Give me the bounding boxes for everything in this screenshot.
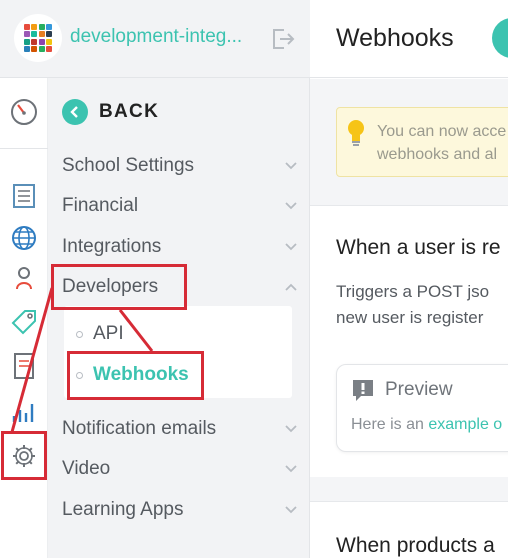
bullet-icon bbox=[76, 330, 83, 338]
menu-item-school-settings[interactable]: School Settings bbox=[62, 151, 298, 181]
header-action-button[interactable] bbox=[492, 18, 508, 58]
info-banner: You can now acce webhooks and al bbox=[336, 107, 508, 177]
card-title: When a user is re bbox=[336, 236, 501, 259]
menu-item-developers[interactable]: Developers bbox=[62, 272, 298, 302]
preview-box: Preview Here is an example o bbox=[336, 364, 508, 452]
back-arrow-icon bbox=[62, 99, 88, 125]
menu-item-label: Learning Apps bbox=[62, 499, 184, 520]
icon-rail bbox=[0, 78, 48, 558]
menu-item-learning-apps[interactable]: Learning Apps bbox=[62, 495, 298, 525]
preview-title: Preview bbox=[385, 379, 453, 400]
menu-item-financial[interactable]: Financial bbox=[62, 191, 298, 221]
grid-logo-icon bbox=[23, 23, 53, 53]
chevron-down-icon bbox=[284, 199, 298, 213]
info-line-1: You can now acce bbox=[377, 123, 507, 140]
menu-item-label: Notification emails bbox=[62, 418, 217, 439]
sub-item-label: Webhooks bbox=[93, 364, 189, 385]
preview-text-body: Here is an bbox=[351, 416, 429, 433]
menu-item-notification-emails[interactable]: Notification emails bbox=[62, 414, 298, 444]
webhook-card-user-registered: When a user is re Triggers a POST jso ne… bbox=[310, 205, 508, 477]
bullet-icon bbox=[76, 371, 83, 379]
menu-item-label: Developers bbox=[62, 276, 159, 297]
rail-divider bbox=[0, 148, 48, 149]
menu-item-video[interactable]: Video bbox=[62, 454, 298, 484]
menu-item-label: Integrations bbox=[62, 236, 162, 257]
analytics-icon[interactable] bbox=[8, 396, 40, 428]
sub-item-api[interactable]: API bbox=[76, 320, 124, 348]
chevron-down-icon bbox=[284, 159, 298, 173]
card-title: When products a bbox=[336, 534, 495, 557]
info-banner-text: You can now acce webhooks and al bbox=[377, 120, 508, 166]
settings-submenu: BACK School Settings Financial Integrati… bbox=[48, 78, 310, 558]
tags-icon[interactable] bbox=[8, 306, 40, 338]
logout-icon[interactable] bbox=[270, 27, 296, 51]
chevron-down-icon bbox=[284, 462, 298, 476]
school-logo[interactable] bbox=[14, 14, 62, 62]
exclamation-icon bbox=[353, 380, 373, 401]
globe-icon[interactable] bbox=[8, 222, 40, 254]
menu-item-label: Financial bbox=[62, 195, 139, 216]
card-desc-line-2: new user is register bbox=[336, 308, 484, 327]
menu-item-label: Video bbox=[62, 458, 111, 479]
users-icon[interactable] bbox=[8, 262, 40, 294]
dashboard-gauge-icon[interactable] bbox=[8, 96, 40, 128]
preview-text: Here is an example o bbox=[351, 416, 502, 434]
sub-item-webhooks[interactable]: Webhooks bbox=[76, 361, 189, 389]
developers-subpanel: API Webhooks bbox=[64, 306, 292, 398]
chevron-up-icon bbox=[284, 280, 298, 294]
chevron-down-icon bbox=[284, 503, 298, 517]
pages-icon[interactable] bbox=[8, 180, 40, 212]
gear-icon[interactable] bbox=[8, 440, 40, 472]
example-link[interactable]: example o bbox=[428, 416, 502, 433]
page-title: Webhooks bbox=[336, 24, 454, 52]
school-name[interactable]: development-integ... bbox=[70, 26, 260, 48]
card-desc-line-1: Triggers a POST jso bbox=[336, 282, 490, 301]
menu-item-label: School Settings bbox=[62, 155, 195, 176]
menu-item-integrations[interactable]: Integrations bbox=[62, 232, 298, 262]
lightbulb-icon bbox=[348, 120, 364, 146]
main-content: You can now acce webhooks and al When a … bbox=[310, 79, 508, 558]
chevron-down-icon bbox=[284, 240, 298, 254]
back-button[interactable]: BACK bbox=[62, 98, 159, 126]
webhook-card-products: When products a bbox=[310, 501, 508, 558]
chevron-down-icon bbox=[284, 422, 298, 436]
app-root: development-integ... BACK School Setting… bbox=[0, 0, 508, 558]
main-header: Webhooks bbox=[310, 0, 508, 78]
card-description: Triggers a POST jso new user is register bbox=[336, 279, 489, 331]
info-line-2: webhooks and al bbox=[377, 146, 498, 163]
sub-item-label: API bbox=[93, 323, 124, 344]
reports-icon[interactable] bbox=[8, 350, 40, 382]
back-label: BACK bbox=[99, 101, 160, 122]
sidebar-header: development-integ... bbox=[0, 0, 310, 78]
